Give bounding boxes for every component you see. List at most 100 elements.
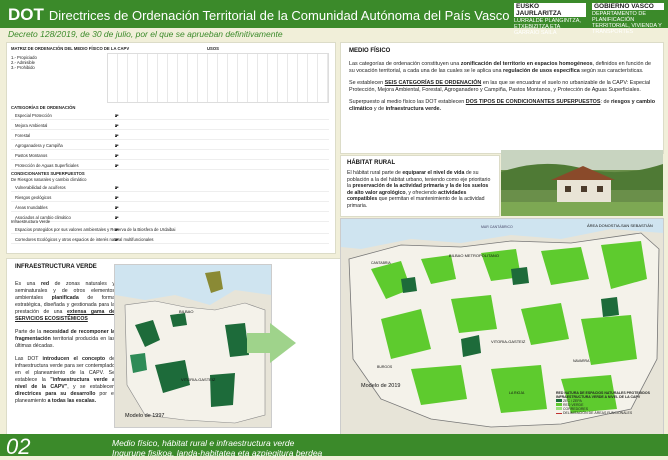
code-cell: 3 [115,206,117,210]
txt: según sus características. [579,68,644,74]
gov-right-label: GOBIERNO VASCO [592,3,664,10]
map2-label-ocean: MAR CANTÁBRICO [481,225,513,229]
txt: Superpuesto al medio físico las DOT esta… [349,99,466,105]
txt: infraestructura verde. [385,106,441,112]
habitat-text: El hábitat rural parte de equiparar el n… [347,170,495,210]
txt: : de [600,99,611,105]
protected-area [170,313,187,327]
txt: y de [372,106,386,112]
section-categorias: CATEGORÍAS DE ORDENACIÓN [11,105,76,110]
map2-label-burgos: BURGOS [377,365,393,369]
code-cell: 3 [115,228,117,232]
txt: red [40,281,50,287]
txt: , y ofreciendo [405,189,439,196]
protected-area [130,353,147,373]
txt: DELIMITACIÓN DE ÁREAS FUNCIONALES [562,411,633,415]
matrix-row: Agroganadera y Campiña 1 2* 3 3 2* 3 3 3 2* 2* 3 2* 3… [11,141,329,150]
txt: , y se establecen [67,384,115,390]
row-label: Forestal [15,133,31,138]
sea-area [115,265,271,305]
txt: SEIS CATEGORÍAS DE ORDENACIÓN [384,80,482,86]
txt: zonificación del territorio en espacios … [460,61,593,67]
matrix-row: Mejora Ambiental 1 2* 3 3 2* 3 3 3 2* 2* 3 2* 3 2* 3 3 3 3… [11,121,329,130]
txt: directrices para su desarrollo [15,391,96,397]
page-title: DOT Directrices de Ordenación Territorial… [8,5,509,25]
row-label: Espacios protegidos por sus valores ambi… [15,227,176,232]
subsection-infra: Infraestructura Verde [11,219,51,224]
map1-label-vitoria: VITORIA-GASTEIZ [181,377,216,382]
map2-label-rioja: LA RIOJA [509,391,525,395]
matrix-row: Asociados al cambio climático 1 2* 3 3 2* 3 3 3 2… [11,213,329,222]
row-label: Corredores Ecológicos y otros espacios d… [15,237,154,242]
row-label: Vulnerabilidad de acuíferos [15,185,66,190]
gov-left-label: EUSKO JAURLARITZA [514,3,586,17]
code-cell: 3 [115,238,117,242]
txt: a todas las escalas. [47,398,97,404]
title-text: Directrices de Ordenación Territorial de… [48,8,510,23]
gov-right-sub: DEPARTAMENTO DE PLANIFICACIÓN TERRITORIA… [592,11,662,35]
code-cell: 3 [115,196,117,200]
arrow-icon [270,323,296,363]
code-cell: 3 [115,164,117,168]
swatch [556,407,562,410]
swatch [556,413,562,414]
matrix-row: Vulnerabilidad de acuíferos 1 2* 3 3 2* 3 3 3 2* 2… [11,183,329,192]
map2-label-vitoria: VITORIA-GASTEIZ [491,339,526,344]
legend-row: DELIMITACIÓN DE ÁREAS FUNCIONALES [556,411,660,415]
title-acronym: DOT [8,5,44,24]
matrix-row: Áreas Inundables 1 2* 3 3 2* 3 3 3 2* 2* 3 2* 3 2* 3 3 3 3… [11,203,329,212]
map2-caption: Modelo de 2019 [361,383,401,389]
footer-bar: 02 Medio físico, hábitat rural e infraes… [0,434,668,459]
map2-legend: RED NATURA DE ESPACIOS NATURALES PROTEGI… [556,391,660,431]
habitat-rural-panel: HÁBITAT RURAL El hábitat rural parte de … [340,155,500,217]
txt: DOS TIPOS DE CONDICIONANTES SUPERPUESTOS [465,99,601,105]
txt: introducen el concepto [42,356,106,362]
footer-line-es: Medio físico, hábitat rural e infraestru… [112,438,295,448]
txt: Las categorías de ordenación constituyen… [349,61,461,67]
txt: Las DOT [15,356,43,362]
matrix-row: Corredores Ecológicos y otros espacios d… [11,235,329,244]
legend-item: 3.- Prohibido [11,65,35,70]
map2-label-donostia: ÁREA DONOSTIA-SAN SEBASTIÁN [587,223,653,228]
matrix-row: Protección de Aguas Superficiales 1 2* 3 3 2*… [11,161,329,170]
matrix-title: MATRIZ DE ORDENACIÓN DEL MEDIO FÍSICO DE… [11,46,130,51]
map2-label-cantabria: CANTABRIA [371,261,391,265]
subsection-riesgos: De Riesgos naturales y cambio climático [11,177,87,182]
map2-label-navarra: NAVARRA [573,359,590,363]
map1-label-bilbao: BILBAO [179,309,194,314]
txt: Parte de la [15,329,44,335]
medio-title: MEDIO FÍSICO [349,48,391,54]
code-cell: 3 [115,186,117,190]
infra-text: Es una red de zonas naturales y seminatu… [15,281,115,411]
section-condicionantes: CONDICIONANTES SUPERPUESTOS [11,171,85,176]
photo-drawing [501,150,663,216]
ordenacion-matrix: MATRIZ DE ORDENACIÓN DEL MEDIO FÍSICO DE… [6,42,336,254]
code-cell: 3 [115,154,117,158]
matrix-row: Pastos Montanos 1 2* 3 3 2* 3 3 3 2* 2* 3 2* 3 2* 3 3 3 3 3… [11,151,329,160]
row-label: Riesgos geológicos [15,195,52,200]
rural-house-photo [501,150,663,216]
txt: planificada [51,295,79,301]
row-label: Pastos Montanos [15,153,48,158]
usos-header: USOS [207,46,219,51]
code-cell: 3 [115,216,117,220]
code-cell: 3 [115,144,117,148]
infra-title: INFRAESTRUCTURA VERDE [15,264,97,270]
page-number: 02 [6,434,31,459]
footer-text: Medio físico, hábitat rural e infraestru… [112,438,322,458]
matrix-row: Forestal 1 2* 3 3 2* 3 3 3 2* 2* 3 2* 3 2* 3 3 3 3 3 3 3 3 [11,131,329,140]
matrix-legend: 1.- Propiciado 2.- Admisible 3.- Prohibi… [11,55,37,70]
row-label: Protección de Aguas Superficiales [15,163,79,168]
medio-text: Las categorías de ordenación constituyen… [349,61,655,118]
gov-left-sub: LURRALDE PLANGINTZA, ETXEBIZITZA ETA GAR… [514,18,581,36]
code-cell: 3 [115,124,117,128]
column-headers [107,53,329,103]
header-bar: DOT Directrices de Ordenación Territorial… [0,0,668,36]
row-label: Agroganadera y Campiña [15,143,63,148]
arrow-shaft [247,333,271,353]
txt: equiparar el nivel de vida [402,170,465,176]
txt: Es una [15,281,41,287]
matrix-row: Especial Protección 1 2* 3 3 2* 3 3 3 2* 2* 3 2* 3 2* 3… [11,111,329,120]
swatch [556,399,562,402]
footer-line-eu: Ingurune fisikoa, landa-habitatea eta az… [112,448,323,458]
